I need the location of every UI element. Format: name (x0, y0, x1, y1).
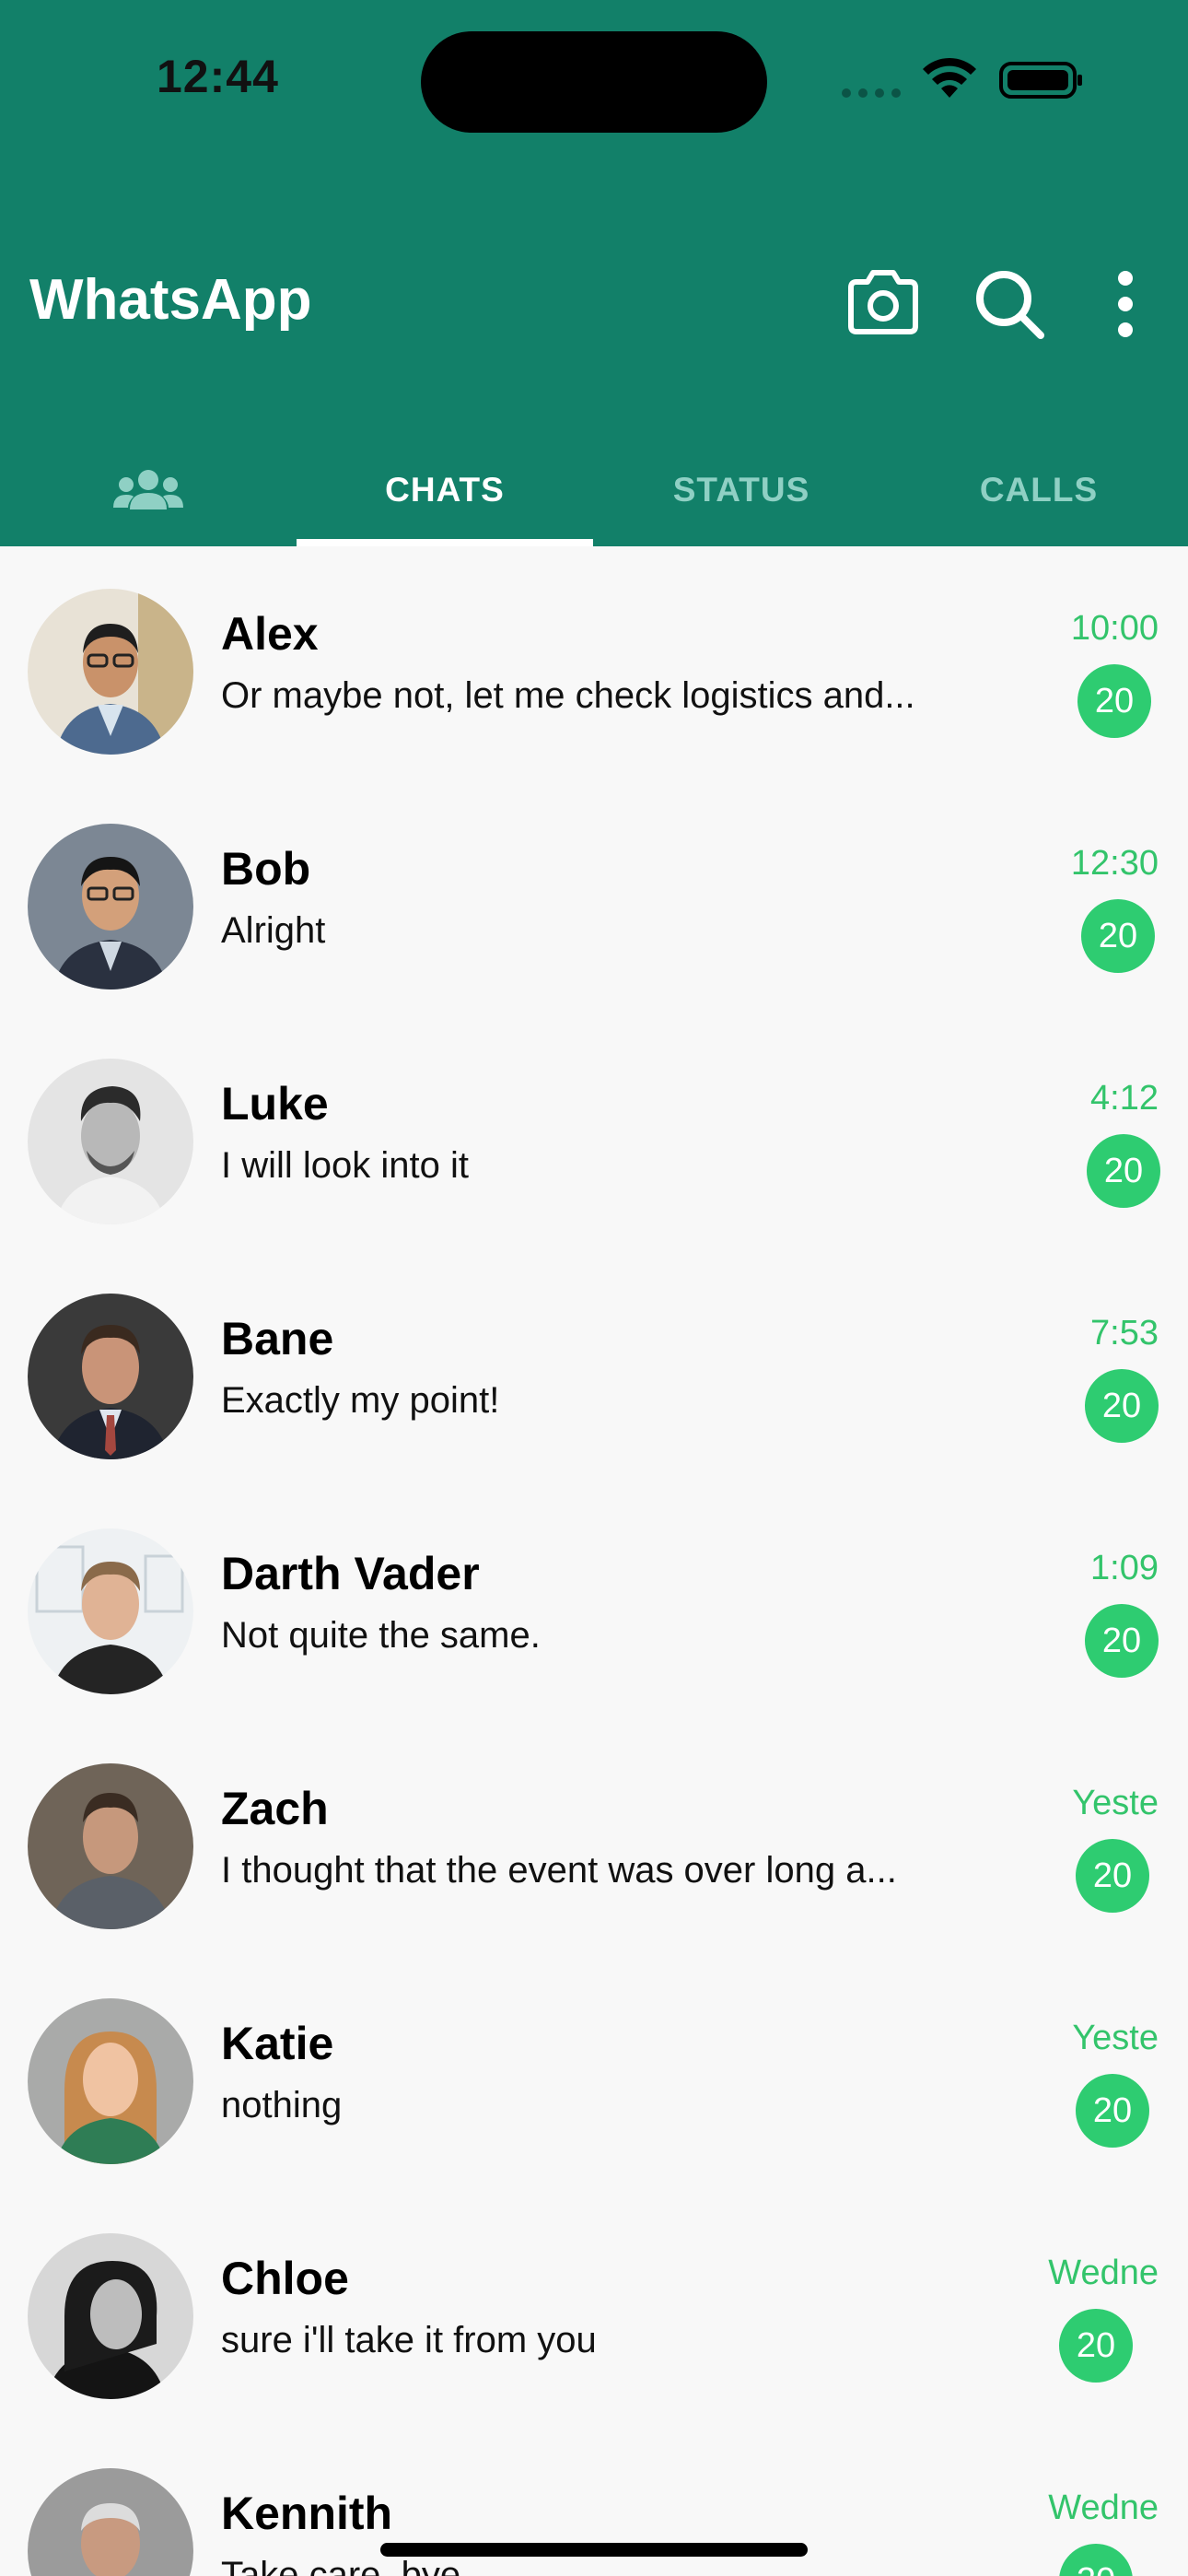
unread-badge: 20 (1085, 1369, 1159, 1443)
contact-name: Kennith (221, 2488, 393, 2539)
contact-name: Bob (221, 843, 311, 895)
unread-badge: 20 (1077, 664, 1151, 738)
last-message: Alright (221, 910, 326, 951)
last-message: Or maybe not, let me check logistics and… (221, 675, 915, 716)
tab-calls[interactable]: CALLS (890, 433, 1188, 546)
tab-community[interactable] (0, 433, 297, 546)
search-icon[interactable] (973, 267, 1046, 341)
avatar (28, 1294, 193, 1459)
chat-row[interactable]: Chloe sure i'll take it from you Wedne 2… (0, 2191, 1188, 2426)
more-vertical-icon[interactable] (1112, 267, 1138, 341)
last-message: Take care, bye (221, 2555, 461, 2576)
camera-icon[interactable] (845, 269, 921, 335)
unread-badge: 20 (1087, 1134, 1160, 1208)
last-message: I thought that the event was over long a… (221, 1850, 897, 1891)
avatar (28, 2233, 193, 2399)
chat-row[interactable]: Luke I will look into it 4:12 20 (0, 1016, 1188, 1251)
contact-name: Zach (221, 1783, 329, 1834)
tab-status[interactable]: STATUS (593, 433, 890, 546)
unread-badge: 20 (1081, 899, 1155, 973)
contact-name: Chloe (221, 2253, 349, 2304)
last-message: Not quite the same. (221, 1615, 541, 1656)
contact-name: Luke (221, 1078, 329, 1130)
cellular-signal-icon (842, 88, 906, 100)
home-indicator (380, 2543, 808, 2557)
contact-name: Katie (221, 2018, 334, 2069)
avatar (28, 1528, 193, 1694)
message-time: Wedne (1048, 2488, 1159, 2527)
avatar (28, 824, 193, 989)
contact-name: Bane (221, 1313, 334, 1364)
message-time: 7:53 (1090, 1314, 1159, 1352)
contact-name: Darth Vader (221, 1548, 480, 1599)
avatar (28, 1059, 193, 1224)
unread-badge: 20 (1076, 2074, 1149, 2148)
unread-badge: 20 (1059, 2309, 1133, 2383)
active-tab-indicator (297, 539, 593, 546)
chat-row[interactable]: Darth Vader Not quite the same. 1:09 20 (0, 1486, 1188, 1721)
avatar (28, 2468, 193, 2576)
app-title: WhatsApp (29, 268, 312, 332)
last-message: sure i'll take it from you (221, 2320, 597, 2360)
contact-name: Alex (221, 608, 319, 660)
tab-chats[interactable]: CHATS (297, 433, 593, 546)
message-time: 12:30 (1070, 844, 1159, 883)
avatar (28, 1998, 193, 2164)
message-time: Wedne (1048, 2254, 1159, 2292)
message-time: Yeste (1072, 2019, 1159, 2057)
last-message: nothing (221, 2085, 343, 2125)
message-time: 1:09 (1090, 1549, 1159, 1587)
tab-bar: CHATS STATUS CALLS (0, 433, 1188, 546)
wifi-icon (923, 57, 976, 98)
status-time: 12:44 (157, 51, 279, 102)
community-icon (113, 469, 183, 509)
unread-badge: 20 (1059, 2544, 1133, 2576)
last-message: I will look into it (221, 1145, 469, 1186)
chat-row[interactable]: Alex Or maybe not, let me check logistic… (0, 546, 1188, 781)
last-message: Exactly my point! (221, 1380, 500, 1421)
message-time: 10:00 (1070, 609, 1159, 648)
message-time: 4:12 (1090, 1079, 1159, 1118)
app-header: 12:44 WhatsApp CHATS STATUS CALLS (0, 0, 1188, 546)
chat-row[interactable]: Katie nothing Yeste 20 (0, 1956, 1188, 2191)
avatar (28, 1763, 193, 1929)
chat-row[interactable]: Zach I thought that the event was over l… (0, 1721, 1188, 1956)
dynamic-island (421, 31, 767, 133)
message-time: Yeste (1072, 1784, 1159, 1822)
unread-badge: 20 (1085, 1604, 1159, 1678)
battery-icon (999, 62, 1082, 99)
chat-row[interactable]: Bane Exactly my point! 7:53 20 (0, 1251, 1188, 1486)
unread-badge: 20 (1076, 1839, 1149, 1913)
chat-row[interactable]: Bob Alright 12:30 20 (0, 781, 1188, 1016)
avatar (28, 589, 193, 755)
